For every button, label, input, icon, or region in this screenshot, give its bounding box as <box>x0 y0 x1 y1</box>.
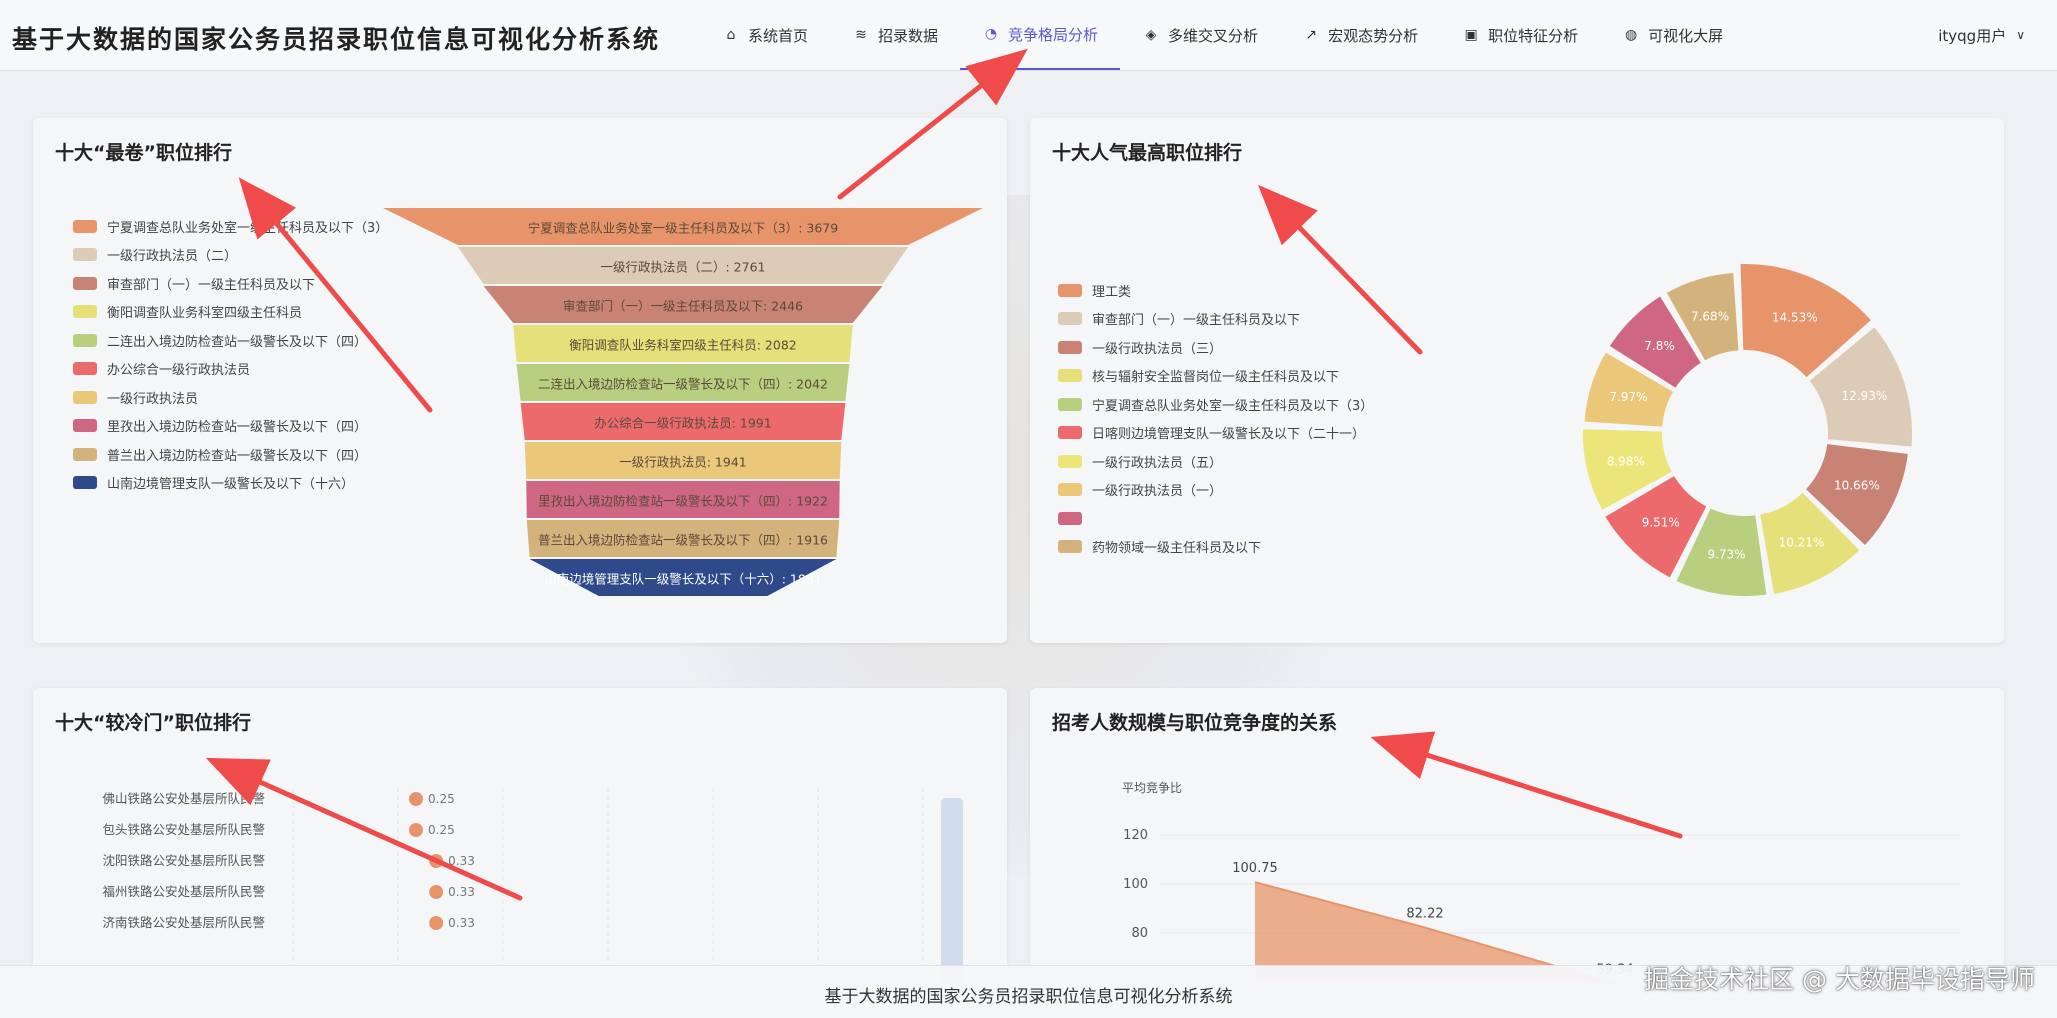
annotation-arrows <box>205 48 1683 901</box>
annotation-arrow <box>238 177 433 413</box>
annotation-arrow <box>205 757 523 901</box>
annotation-arrow <box>1258 184 1423 355</box>
annotation-arrow <box>837 48 1028 200</box>
annotation-arrow <box>1370 731 1683 839</box>
watermark: 掘金技术社区 @ 大数据毕设指导师 <box>1644 965 2035 994</box>
